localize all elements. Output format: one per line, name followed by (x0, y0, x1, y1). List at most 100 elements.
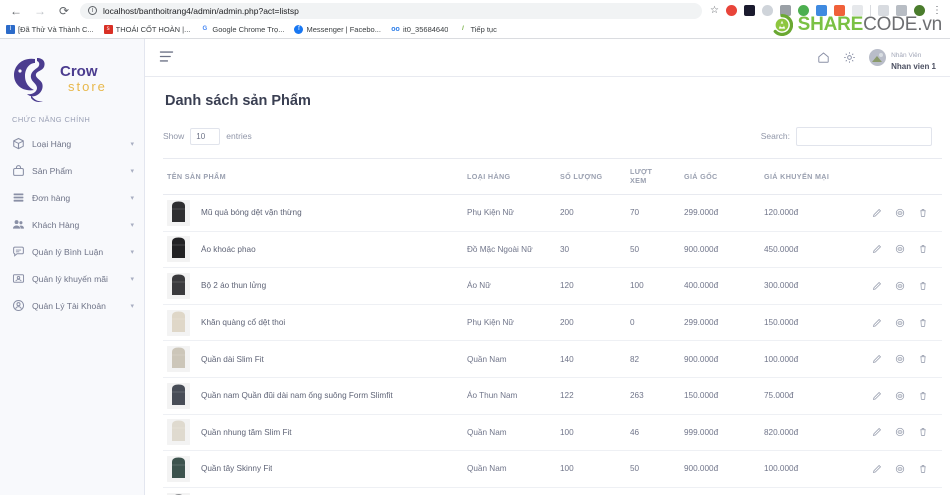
cell-type: Quần Nam (463, 340, 556, 378)
product-thumbnail (167, 272, 190, 299)
trash-icon[interactable] (918, 354, 928, 364)
product-cell: Mũ quả bóng dệt vặn thừng (167, 199, 459, 226)
brand-name: Crow (60, 63, 98, 81)
cell-actions (862, 194, 942, 232)
bookmark-item[interactable]: f Messenger | Facebo... (294, 25, 381, 34)
pencil-icon[interactable] (872, 427, 882, 437)
search-input[interactable] (796, 126, 932, 146)
cell-qty: 100 (556, 414, 626, 452)
table-row: Khăn quàng cổ dệt thoi Phụ Kiện Nữ 200 0 299… (163, 304, 942, 342)
pencil-icon[interactable] (872, 208, 882, 218)
sidebar-item-label: Khách Hàng (32, 219, 80, 230)
sidebar-heading: CHỨC NĂNG CHÍNH (12, 115, 91, 124)
bookmark-item[interactable]: / Tiếp tục (458, 25, 497, 34)
bookmark-label: Messenger | Facebo... (306, 25, 381, 34)
sidebar-item-don-hang[interactable]: Đơn hàng ▾ (0, 184, 144, 211)
pencil-icon[interactable] (872, 354, 882, 364)
dark-extension-icon[interactable] (744, 5, 755, 16)
trash-icon[interactable] (918, 464, 928, 474)
forward-button[interactable]: → (32, 3, 48, 19)
sidebar-item-quan-ly-khuyen-mai[interactable]: Quản lý khuyến mãi ▾ (0, 265, 144, 292)
cell-price: 150.000đ (680, 377, 760, 415)
brand-subtitle: store (68, 79, 107, 95)
entries-select[interactable]: 10 (190, 127, 221, 145)
back-button[interactable]: ← (8, 3, 24, 19)
bag-icon (12, 164, 25, 177)
product-name: Áo khoác phao (201, 244, 256, 254)
sidebar-item-label: Loại Hàng (32, 138, 72, 149)
row-actions (866, 427, 938, 437)
trash-icon[interactable] (918, 427, 928, 437)
row-actions (866, 464, 938, 474)
eye-icon[interactable] (895, 391, 905, 401)
sidebar-item-quan-ly-tai-khoan[interactable]: Quản Lý Tài Khoản ▾ (0, 292, 144, 319)
avatar (869, 48, 887, 66)
eye-icon[interactable] (895, 464, 905, 474)
chevron-down-icon: ▾ (130, 167, 134, 175)
cell-promo: 100.000đ (760, 340, 862, 378)
row-actions (866, 208, 938, 218)
bookmark-star-icon[interactable]: ☆ (710, 5, 719, 16)
row-actions (866, 318, 938, 328)
eye-icon[interactable] (895, 208, 905, 218)
pencil-icon[interactable] (872, 464, 882, 474)
topbar-actions: Nhân Viên Nhan vien 1 (817, 44, 936, 72)
column-header-price[interactable]: GIÁ GỐC (680, 158, 760, 195)
sidebar-item-san-pham[interactable]: Sản Phẩm ▾ (0, 157, 144, 184)
cell-type: Áo Thun Nam (463, 377, 556, 415)
sidebar-item-label: Đơn hàng (32, 192, 71, 203)
bookmark-item[interactable]: oo it0_35684640 (390, 25, 448, 34)
cell-type: Áo Nữ (463, 267, 556, 305)
trash-icon[interactable] (918, 208, 928, 218)
reload-button[interactable]: ⟳ (56, 3, 72, 19)
eye-icon[interactable] (895, 354, 905, 364)
address-bar[interactable]: i localhost/banthoitrang4/admin/admin.ph… (80, 2, 703, 19)
trash-icon[interactable] (918, 318, 928, 328)
bookmark-label: [Đã Thử Và Thành C... (18, 25, 94, 34)
pencil-icon[interactable] (872, 281, 882, 291)
column-header-views[interactable]: LƯỢT XEM (626, 158, 680, 195)
cell-price: 299.000đ (680, 304, 760, 342)
bookmark-favicon: f (294, 25, 304, 34)
bookmark-favicon: oo (390, 25, 400, 34)
cell-type: Đồ Mặc Ngoài Nữ (463, 231, 556, 269)
trash-icon[interactable] (918, 391, 928, 401)
product-name: Quần nam Quần đũi dài nam ống suông Form… (201, 391, 393, 401)
show-label: Show (163, 131, 185, 141)
bookmark-item[interactable]: G Google Chrome Trọ... (200, 25, 284, 34)
gear-icon[interactable] (843, 51, 856, 64)
sidebar-item-khach-hang[interactable]: Khách Hàng ▾ (0, 211, 144, 238)
column-header-name[interactable]: TÊN SẢN PHẨM (163, 158, 463, 195)
column-header-qty[interactable]: SỐ LƯỢNG (556, 158, 626, 195)
eye-icon[interactable] (895, 244, 905, 254)
bookmark-item[interactable]: s THOÁI CỐT HOÀN |... (103, 25, 190, 34)
trash-icon[interactable] (918, 244, 928, 254)
cell-qty: 100 (556, 450, 626, 488)
site-info-icon[interactable]: i (88, 6, 97, 15)
sidebar-item-quan-ly-binh-luan[interactable]: Quản lý Bình Luận ▾ (0, 238, 144, 265)
column-header-type[interactable]: LOẠI HÀNG (463, 158, 556, 195)
eye-icon[interactable] (895, 427, 905, 437)
cell-views: 82 (626, 340, 680, 378)
product-thumbnail (167, 199, 190, 226)
column-header-promo[interactable]: GIÁ KHUYẾN MẠI (760, 158, 862, 195)
bookmark-item[interactable]: I [Đã Thử Và Thành C... (6, 25, 94, 34)
trash-icon[interactable] (918, 281, 928, 291)
opera-extension-icon[interactable] (726, 5, 737, 16)
table-row: Quần nam Quần đũi dài nam ống suông Form… (163, 377, 942, 415)
eye-icon[interactable] (895, 281, 905, 291)
row-actions (866, 281, 938, 291)
bookmark-favicon: / (458, 25, 468, 34)
pencil-icon[interactable] (872, 391, 882, 401)
eye-icon[interactable] (895, 318, 905, 328)
hamburger-icon[interactable] (159, 50, 174, 65)
entries-label: entries (226, 131, 252, 141)
brand-logo[interactable]: Crow store (0, 45, 144, 107)
sidebar-item-loai-hang[interactable]: Loại Hàng ▾ (0, 130, 144, 157)
cell-promo: 300.000đ (760, 267, 862, 305)
user-menu[interactable]: Nhân Viên Nhan vien 1 (869, 44, 936, 72)
home-icon[interactable] (817, 51, 830, 64)
pencil-icon[interactable] (872, 244, 882, 254)
pencil-icon[interactable] (872, 318, 882, 328)
cell-price: 900.000đ (680, 340, 760, 378)
